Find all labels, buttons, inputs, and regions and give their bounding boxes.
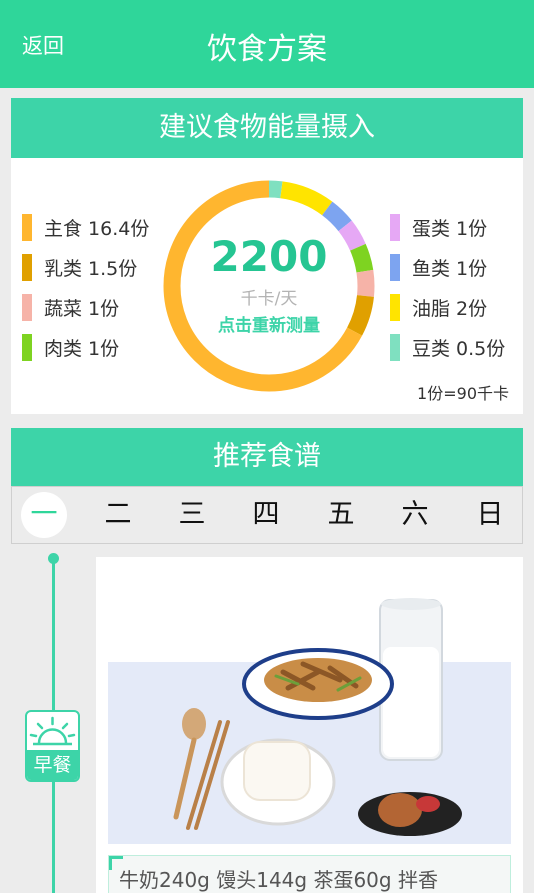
legend-label: 油脂 2份 [412, 297, 488, 320]
legend-swatch [390, 333, 400, 361]
legend-swatch [390, 293, 400, 321]
breakfast-card[interactable]: 牛奶240g 馒头144g 茶蛋60g 拌香 [96, 557, 523, 893]
legend-label: 乳类 1.5份 [44, 257, 138, 280]
recipes-section-title: 推荐食谱 [11, 428, 523, 486]
legend-swatch [390, 253, 400, 281]
energy-intake-card: 建议食物能量摄入 主食 16.4份 乳类 1.5份 蔬菜 1份 肉类 1份 蛋类… [11, 98, 523, 414]
remeasure-button[interactable]: 点击重新测量 [163, 311, 375, 336]
meal-type-label: 早餐 [27, 750, 78, 780]
legend-swatch [22, 253, 32, 281]
legend-item-bean: 豆类 0.5份 [390, 332, 505, 362]
tab-day-3[interactable]: 三 [169, 492, 215, 538]
app-header: 返回 饮食方案 [0, 0, 534, 88]
legend-label: 鱼类 1份 [412, 257, 488, 280]
legend-item-egg: 蛋类 1份 [390, 212, 487, 242]
tab-day-2[interactable]: 二 [95, 492, 141, 538]
legend-label: 蔬菜 1份 [44, 297, 120, 320]
tab-day-6[interactable]: 六 [392, 492, 438, 538]
legend-swatch [22, 333, 32, 361]
tab-day-4[interactable]: 四 [243, 492, 289, 538]
legend-item-meat: 肉类 1份 [22, 332, 119, 362]
energy-section-title: 建议食物能量摄入 [11, 98, 523, 158]
meal-description-text: 牛奶240g 馒头144g 茶蛋60g 拌香 [119, 868, 438, 892]
legend-label: 豆类 0.5份 [412, 337, 506, 360]
sunrise-icon [29, 716, 76, 746]
legend-item-fish: 鱼类 1份 [390, 252, 487, 282]
meal-type-badge: 早餐 [25, 710, 80, 782]
page-title: 饮食方案 [207, 32, 327, 67]
weekday-tabs: 一 二 三 四 五 六 日 [11, 486, 523, 544]
legend-label: 肉类 1份 [44, 337, 120, 360]
tab-day-7[interactable]: 日 [467, 492, 513, 538]
legend-swatch [390, 213, 400, 241]
calorie-unit: 千卡/天 [240, 289, 298, 309]
portion-footnote: 1份=90千卡 [417, 384, 509, 403]
legend-label: 主食 16.4份 [44, 217, 150, 240]
legend-item-oil: 油脂 2份 [390, 292, 487, 322]
legend-swatch [22, 213, 32, 241]
tab-day-1[interactable]: 一 [21, 492, 67, 538]
meal-description: 牛奶240g 馒头144g 茶蛋60g 拌香 [108, 855, 511, 893]
corner-accent [109, 856, 123, 870]
legend-item-dairy: 乳类 1.5份 [22, 252, 137, 282]
legend-item-vegetable: 蔬菜 1份 [22, 292, 119, 322]
breakfast-photo [108, 598, 511, 844]
legend-label: 蛋类 1份 [412, 217, 488, 240]
calorie-value: 2200 [210, 232, 328, 281]
legend-swatch [22, 293, 32, 321]
legend-item-staple: 主食 16.4份 [22, 212, 149, 242]
timeline-dot [48, 553, 59, 564]
tab-day-5[interactable]: 五 [318, 492, 364, 538]
